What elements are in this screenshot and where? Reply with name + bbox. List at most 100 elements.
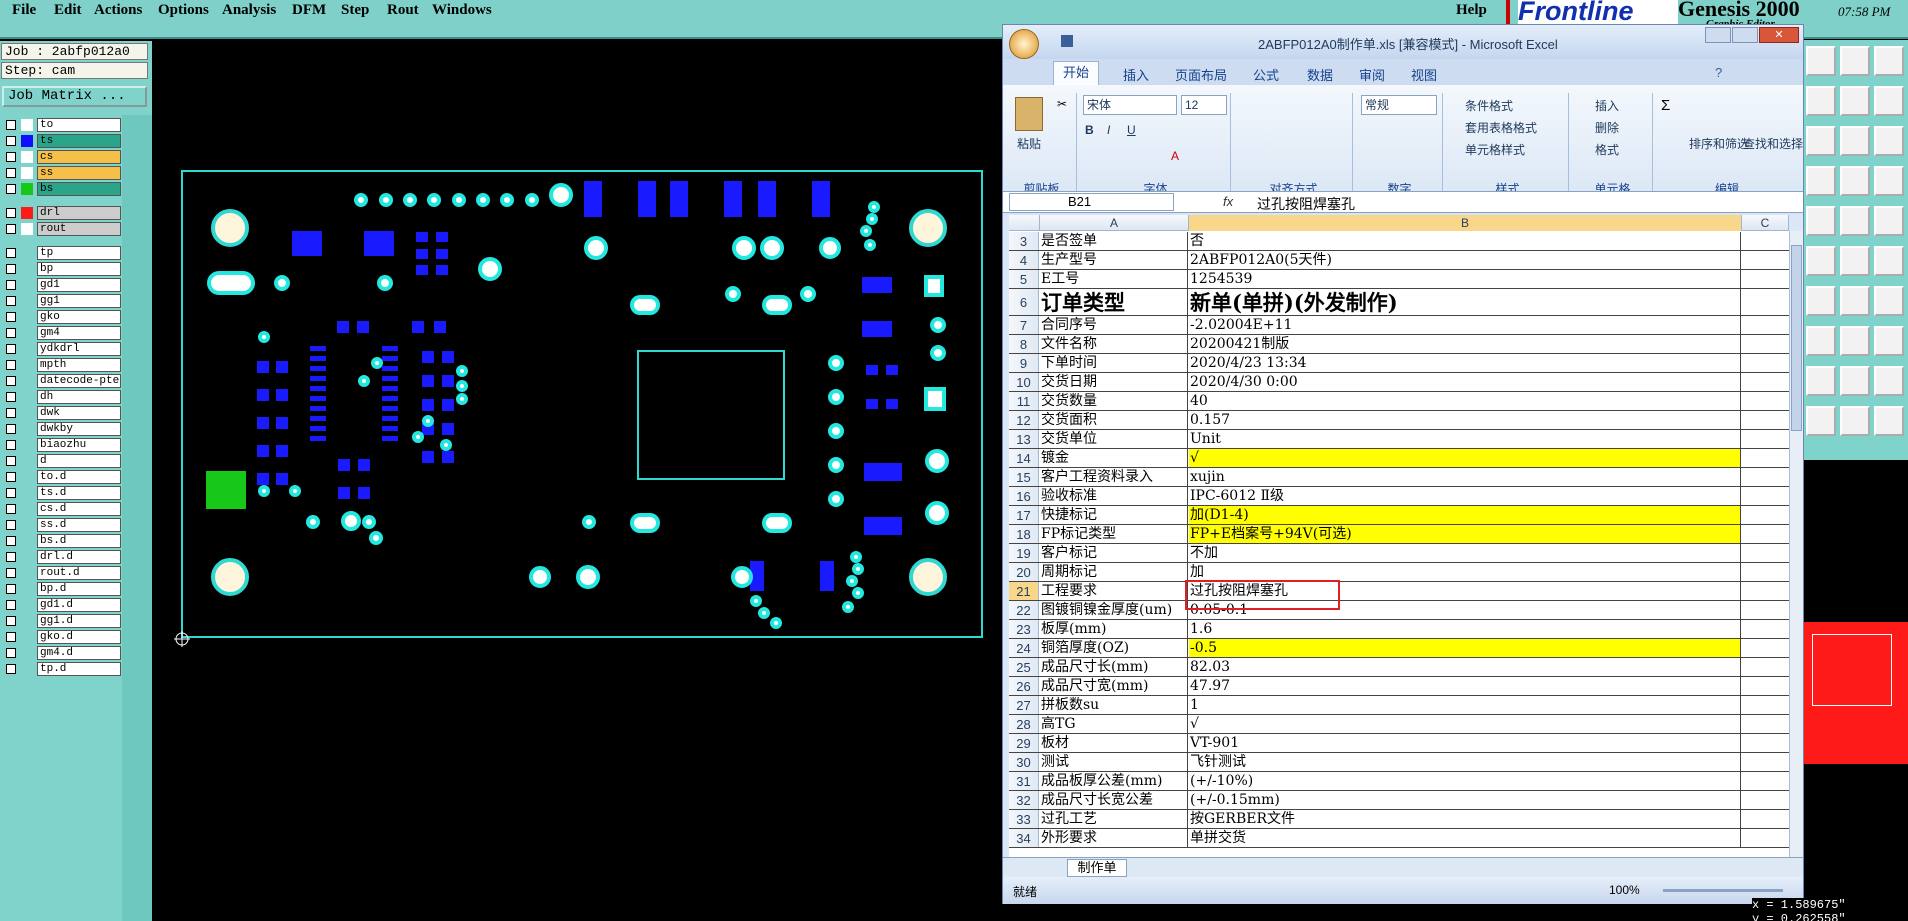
tab-view[interactable]: 视图 [1411, 65, 1437, 84]
layer-checkbox[interactable] [6, 248, 16, 258]
cell-b[interactable]: IPC-6012 Ⅱ级 [1189, 487, 1741, 505]
number-format-select[interactable]: 常规 [1361, 95, 1437, 115]
layer-checkbox[interactable] [6, 440, 16, 450]
layer-color[interactable] [21, 407, 33, 419]
cell-a[interactable]: 成品尺寸长宽公差 [1040, 791, 1188, 809]
cell-b[interactable]: 2020/4/23 13:34 [1189, 354, 1741, 372]
row-header[interactable]: 15 [1009, 468, 1039, 486]
cell-a[interactable]: 成品尺寸宽(mm) [1040, 677, 1188, 695]
layer-checkbox[interactable] [6, 488, 16, 498]
layer-color[interactable] [21, 423, 33, 435]
row-header[interactable]: 24 [1009, 639, 1039, 657]
tool-button[interactable] [1874, 86, 1904, 116]
minimize-button[interactable] [1705, 27, 1731, 43]
office-button[interactable] [1009, 29, 1039, 59]
cell-a[interactable]: 客户标记 [1040, 544, 1188, 562]
layer-color[interactable] [21, 311, 33, 323]
font-size-select[interactable]: 12 [1181, 95, 1227, 115]
cell-c[interactable] [1742, 430, 1789, 448]
layer-item-d[interactable]: d [2, 453, 122, 469]
tool-button[interactable] [1806, 166, 1836, 196]
layer-color[interactable] [21, 263, 33, 275]
cell-b[interactable]: 1 [1189, 696, 1741, 714]
delete-button[interactable]: 删除 [1595, 119, 1619, 136]
layer-name[interactable]: dwkby [37, 422, 121, 436]
layer-checkbox[interactable] [6, 536, 16, 546]
cell-c[interactable] [1742, 582, 1789, 600]
cell-b[interactable]: 0.157 [1189, 411, 1741, 429]
layer-item-gg1-d[interactable]: gg1.d [2, 613, 122, 629]
layer-checkbox[interactable] [6, 584, 16, 594]
layer-checkbox[interactable] [6, 152, 16, 162]
layer-item-dh[interactable]: dh [2, 389, 122, 405]
cell-b[interactable]: 加 [1189, 563, 1741, 581]
cell-c[interactable] [1742, 734, 1789, 752]
row-header[interactable]: 28 [1009, 715, 1039, 733]
layer-name[interactable]: bs.d [37, 534, 121, 548]
cell-c[interactable] [1742, 392, 1789, 410]
row-header[interactable]: 8 [1009, 335, 1039, 353]
row-header[interactable]: 16 [1009, 487, 1039, 505]
layer-item-rout-d[interactable]: rout.d [2, 565, 122, 581]
cell-a[interactable]: 交货面积 [1040, 411, 1188, 429]
layer-color[interactable] [21, 471, 33, 483]
table-format-button[interactable]: 套用表格格式 [1465, 119, 1537, 136]
row-header[interactable]: 19 [1009, 544, 1039, 562]
row-header[interactable]: 22 [1009, 601, 1039, 619]
layer-name[interactable]: drl [37, 206, 121, 220]
layer-color[interactable] [21, 359, 33, 371]
cell-c[interactable] [1742, 270, 1789, 288]
cell-a[interactable]: 板厚(mm) [1040, 620, 1188, 638]
cell-c[interactable] [1742, 449, 1789, 467]
cell-a[interactable]: 铜箔厚度(OZ) [1040, 639, 1188, 657]
paste-button[interactable]: 粘贴 [1017, 135, 1041, 152]
cell-c[interactable] [1742, 316, 1789, 334]
layer-name[interactable]: rout.d [37, 566, 121, 580]
layer-color[interactable] [21, 503, 33, 515]
layer-checkbox[interactable] [6, 136, 16, 146]
layer-name[interactable]: ts [37, 134, 121, 148]
layer-item-ss[interactable]: ss [2, 165, 122, 181]
cell-b[interactable]: 单拼交货 [1189, 829, 1741, 847]
zoom-level[interactable]: 100% [1609, 883, 1640, 897]
cell-b[interactable]: 加(D1-4) [1189, 506, 1741, 524]
cell-a[interactable]: 订单类型 [1040, 289, 1188, 315]
tool-button[interactable] [1806, 46, 1836, 76]
format-button[interactable]: 格式 [1595, 141, 1619, 158]
cell-c[interactable] [1742, 715, 1789, 733]
cell-b[interactable]: -2.02004E+11 [1189, 316, 1741, 334]
layer-name[interactable]: ydkdrl [37, 342, 121, 356]
layer-name[interactable]: tp.d [37, 662, 121, 676]
layer-checkbox[interactable] [6, 392, 16, 402]
row-header[interactable]: 7 [1009, 316, 1039, 334]
layer-checkbox[interactable] [6, 600, 16, 610]
cell-c[interactable] [1742, 696, 1789, 714]
cell-b[interactable]: (+/-10%) [1189, 772, 1741, 790]
layer-color[interactable] [21, 663, 33, 675]
tab-page-layout[interactable]: 页面布局 [1175, 65, 1227, 84]
cell-c[interactable] [1742, 639, 1789, 657]
layer-name[interactable]: drl.d [37, 550, 121, 564]
layer-item-gd1-d[interactable]: gd1.d [2, 597, 122, 613]
layer-item-gm4[interactable]: gm4 [2, 325, 122, 341]
row-header[interactable]: 30 [1009, 753, 1039, 771]
layer-item-dwkby[interactable]: dwkby [2, 421, 122, 437]
tool-button[interactable] [1840, 166, 1870, 196]
layer-name[interactable]: bp [37, 262, 121, 276]
cell-b[interactable]: 47.97 [1189, 677, 1741, 695]
layer-name[interactable]: ts.d [37, 486, 121, 500]
tool-button[interactable] [1874, 326, 1904, 356]
row-header[interactable]: 11 [1009, 392, 1039, 410]
layer-item-rout[interactable]: rout [2, 221, 122, 237]
sort-filter-button[interactable]: 排序和筛选 [1689, 135, 1749, 152]
row-header[interactable]: 6 [1009, 289, 1039, 315]
layer-color[interactable] [21, 647, 33, 659]
layer-name[interactable]: cs.d [37, 502, 121, 516]
cell-c[interactable] [1742, 563, 1789, 581]
cell-a[interactable]: 板材 [1040, 734, 1188, 752]
menu-rout[interactable]: Rout [387, 2, 419, 19]
layer-name[interactable]: to.d [37, 470, 121, 484]
layer-name[interactable]: gd1.d [37, 598, 121, 612]
layer-checkbox[interactable] [6, 208, 16, 218]
menu-options[interactable]: Options [158, 2, 209, 19]
